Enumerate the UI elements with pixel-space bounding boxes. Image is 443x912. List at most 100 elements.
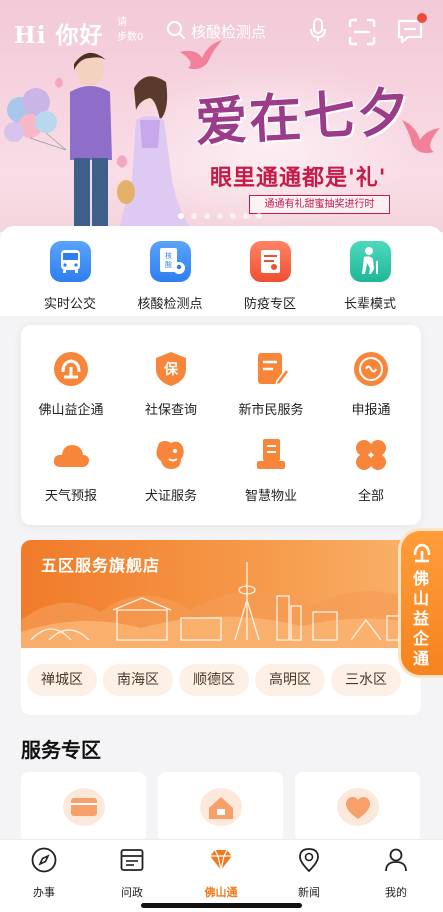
- tab-label: 我的: [385, 886, 407, 899]
- dog-license-icon: [151, 435, 191, 475]
- tab-news[interactable]: 新闻: [279, 846, 339, 900]
- district-gaoming[interactable]: 高明区: [255, 664, 325, 696]
- home-indicator: [141, 903, 302, 908]
- service-all[interactable]: 全部: [321, 435, 421, 504]
- quick-item-label: 实时公交: [43, 297, 96, 312]
- step-count: 步数0: [117, 32, 144, 43]
- district-sanshui[interactable]: 三水区: [331, 664, 401, 696]
- district-nanhai[interactable]: 南海区: [103, 664, 173, 696]
- compass-icon: [31, 847, 57, 873]
- new-resident-icon: [251, 349, 291, 389]
- test-site-icon: 核酸: [149, 241, 191, 282]
- district-chancheng[interactable]: 禅城区: [27, 664, 97, 696]
- card-icon: [63, 788, 105, 826]
- service-label: 申报通: [351, 403, 391, 418]
- district-banner[interactable]: 五区服务旗舰店: [21, 540, 421, 648]
- search-bar[interactable]: 核酸检测点: [163, 15, 338, 45]
- service-zone-card[interactable]: [295, 772, 420, 842]
- carousel-dot[interactable]: [191, 213, 197, 219]
- social-security-icon: 保: [151, 349, 191, 389]
- service-label: 佛山益企通: [38, 403, 104, 418]
- carousel-dot[interactable]: [204, 213, 210, 219]
- tab-label: 新闻: [298, 886, 320, 899]
- district-pills: 禅城区 南海区 顺德区 高明区 三水区: [27, 664, 401, 696]
- property-icon: [251, 435, 291, 475]
- search-icon: [167, 21, 185, 39]
- service-zone-card[interactable]: [158, 772, 283, 842]
- news-list-icon: [120, 849, 144, 871]
- service-label: 社保查询: [144, 403, 197, 418]
- svg-text:酸: 酸: [165, 260, 172, 269]
- floating-button-label: 佛山益企通: [412, 569, 429, 668]
- declare-icon: [351, 349, 391, 389]
- carousel-dot[interactable]: [243, 213, 249, 219]
- district-title: 五区服务旗舰店: [41, 556, 161, 575]
- all-icon: [351, 435, 391, 475]
- epidemic-icon: [249, 241, 291, 282]
- carousel-dot[interactable]: [230, 213, 236, 219]
- greeting: Hi 你好: [14, 22, 104, 49]
- scan-icon[interactable]: [348, 18, 376, 46]
- tab-foshan-tong[interactable]: 佛山通: [191, 846, 251, 900]
- tab-label: 佛山通: [204, 886, 238, 899]
- enterprise-icon: [413, 543, 431, 563]
- step-counter[interactable]: 请 步数0: [117, 15, 143, 45]
- quick-item-label: 核酸检测点: [137, 297, 203, 312]
- service-label: 智慧物业: [244, 489, 297, 504]
- carousel-dot[interactable]: [256, 213, 262, 219]
- unread-badge: [417, 13, 427, 23]
- services-grid: 佛山益企通 保 社保查询 新市民服务 申报通 天气预报 犬证服务 智慧物业 全部: [21, 325, 421, 525]
- service-dog-license[interactable]: 犬证服务: [121, 435, 221, 504]
- banner-title: 爱在七夕: [193, 81, 413, 154]
- district-shunde[interactable]: 顺德区: [179, 664, 249, 696]
- quick-item-elder-mode[interactable]: 长辈模式: [320, 241, 420, 312]
- service-weather[interactable]: 天气预报: [21, 435, 121, 504]
- quick-item-epidemic[interactable]: 防疫专区: [220, 241, 320, 312]
- section-title: 服务专区: [21, 738, 101, 762]
- tab-inquiry[interactable]: 问政: [102, 846, 162, 900]
- greeting-small: 请: [117, 17, 127, 28]
- house-icon: [200, 788, 242, 826]
- tab-label: 问政: [121, 886, 143, 899]
- bottom-tab-bar: 办事 问政 佛山通 新闻 我的: [0, 839, 443, 912]
- quick-item-bus[interactable]: 实时公交: [20, 241, 120, 312]
- tab-label: 办事: [33, 886, 55, 899]
- district-flagship-card: 五区服务旗舰店 禅城区 南海区 顺德区 高明区 三水区: [21, 540, 421, 715]
- couple-illustration: [4, 52, 196, 232]
- microphone-icon[interactable]: [309, 18, 327, 42]
- service-label: 犬证服务: [144, 489, 197, 504]
- quick-item-test-site[interactable]: 核酸 核酸检测点: [120, 241, 220, 312]
- quick-access-row: 实时公交 核酸 核酸检测点 防疫专区 长辈模式: [0, 226, 443, 316]
- service-label: 天气预报: [44, 489, 97, 504]
- search-placeholder: 核酸检测点: [191, 23, 267, 41]
- service-enterprise[interactable]: 佛山益企通: [21, 349, 121, 418]
- top-bar: Hi 你好 请 步数0 核酸检测点: [0, 8, 443, 52]
- weather-icon: [51, 435, 91, 475]
- carousel-dot[interactable]: [217, 213, 223, 219]
- tab-me[interactable]: 我的: [366, 846, 426, 900]
- service-declare[interactable]: 申报通: [321, 349, 421, 418]
- enterprise-icon: [51, 349, 91, 389]
- tab-services[interactable]: 办事: [14, 846, 74, 900]
- banner-subtitle: 眼里通通都是'礼': [210, 166, 387, 191]
- carousel-dots[interactable]: [178, 213, 262, 219]
- person-icon: [385, 848, 407, 872]
- banner-lottery-pill: 通通有礼甜蜜抽奖进行时: [249, 195, 390, 214]
- service-label: 全部: [357, 489, 384, 504]
- svg-text:核: 核: [165, 251, 172, 260]
- service-social-security[interactable]: 保 社保查询: [121, 349, 221, 418]
- promo-banner[interactable]: 爱在七夕 眼里通通都是'礼' 通通有礼甜蜜抽奖进行时 Hi 你好 请 步数0 核…: [0, 0, 443, 232]
- svg-text:保: 保: [163, 361, 179, 378]
- bus-icon: [49, 241, 91, 282]
- service-property[interactable]: 智慧物业: [221, 435, 321, 504]
- floating-enterprise-button[interactable]: 佛山益企通: [398, 528, 443, 678]
- service-new-resident[interactable]: 新市民服务: [221, 349, 321, 418]
- carousel-dot[interactable]: [178, 213, 184, 219]
- service-zone-card[interactable]: [21, 772, 146, 842]
- quick-item-label: 长辈模式: [343, 297, 396, 312]
- location-icon: [299, 848, 319, 873]
- message-button[interactable]: [396, 13, 427, 48]
- service-label: 新市民服务: [238, 403, 304, 418]
- diamond-icon: [210, 849, 232, 871]
- handshake-heart-icon: [337, 788, 379, 826]
